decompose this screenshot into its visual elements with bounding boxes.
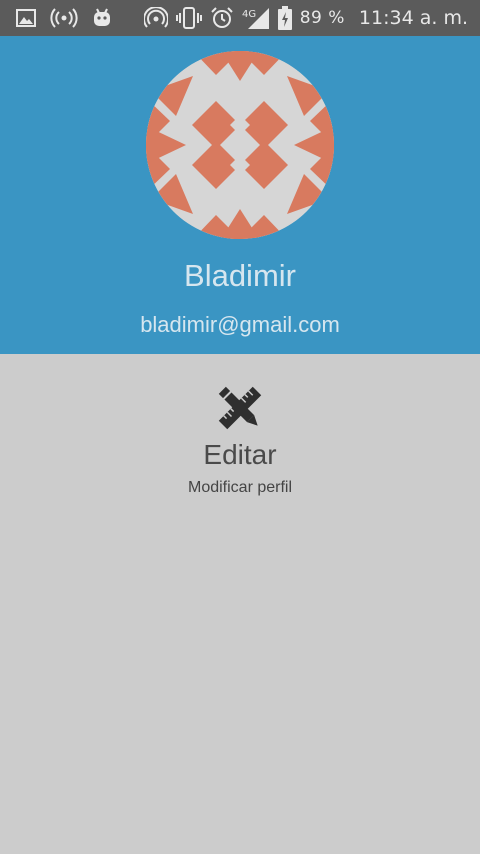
- signal-4g-icon: 4G: [242, 6, 270, 30]
- clock: 11:34 a. m.: [358, 7, 468, 29]
- network-type-label: 4G: [242, 9, 256, 20]
- edit-title: Editar: [203, 439, 277, 470]
- nfc-icon: [143, 7, 168, 29]
- edit-subtitle: Modificar perfil: [187, 479, 293, 496]
- avatar[interactable]: [146, 51, 334, 239]
- ruler-pencil-icon: [214, 382, 266, 434]
- profile-email: bladimir@gmail.com: [140, 312, 340, 337]
- vibrate-icon: [175, 7, 202, 29]
- battery-percent: 89 %: [299, 8, 345, 28]
- hotspot-icon: [50, 8, 78, 28]
- alarm-icon: [210, 6, 234, 30]
- identicon-pattern: [146, 51, 334, 239]
- profile-name: Bladimir: [184, 258, 296, 293]
- image-icon: [16, 9, 36, 27]
- android-icon: [92, 8, 112, 28]
- battery-charging-icon: [277, 6, 292, 30]
- status-bar: 4G 89 % 11:34 a. m.: [0, 0, 480, 36]
- profile-header: Bladimir bladimir@gmail.com: [0, 36, 480, 354]
- edit-profile-button[interactable]: Editar Modificar perfil: [140, 378, 340, 508]
